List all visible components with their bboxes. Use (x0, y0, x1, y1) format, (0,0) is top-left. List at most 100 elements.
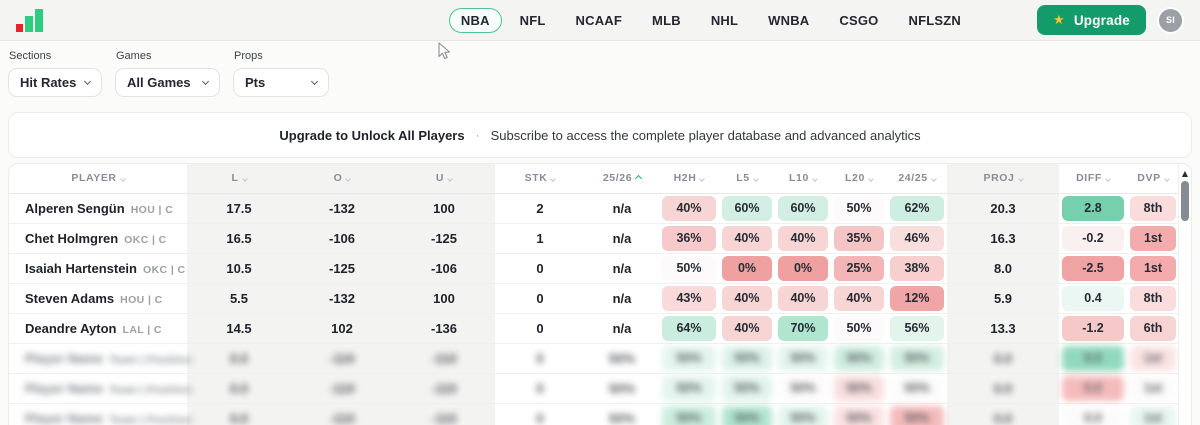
player-name: Alperen Sengün (25, 201, 125, 216)
season-hit-rate: n/a (613, 201, 632, 216)
player-name: Player Name (25, 351, 103, 366)
column-header-line[interactable]: L (187, 164, 291, 193)
column-header-h2h[interactable]: H2H (659, 164, 719, 193)
l5-hit-rate-chip: 60% (722, 196, 772, 221)
sort-chevron-icon (700, 176, 706, 182)
column-header-over[interactable]: O (291, 164, 393, 193)
table-row[interactable]: Deandre Ayton LAL | C 14.5 102 -136 0 n/… (9, 313, 1179, 343)
under-odds: -125 (431, 231, 457, 246)
mouse-cursor-icon (436, 41, 452, 61)
column-header-dvp[interactable]: DVP (1127, 164, 1179, 193)
l10-hit-rate-chip: 50% (778, 406, 828, 425)
h2h-hit-rate-chip: 43% (662, 286, 716, 311)
projection-value: 8.0 (994, 261, 1012, 276)
table-scrollbar[interactable]: ▲ (1178, 164, 1191, 425)
diff-chip: 0.0 (1062, 406, 1124, 425)
column-header-l10[interactable]: L10 (775, 164, 831, 193)
season-hit-rate: n/a (613, 291, 632, 306)
dvp-chip: 1st (1130, 256, 1176, 281)
league-tab[interactable]: NHL (699, 8, 750, 33)
column-header-diff[interactable]: DIFF (1059, 164, 1127, 193)
dvp-chip: 8th (1130, 286, 1176, 311)
column-header-stk[interactable]: STK (495, 164, 585, 193)
l20-hit-rate-chip: 40% (834, 286, 884, 311)
league-tab[interactable]: MLB (640, 8, 693, 33)
table-row[interactable]: Player Name Team | Position 0.0 -110 -11… (9, 343, 1179, 373)
column-header-under[interactable]: U (393, 164, 495, 193)
l20-hit-rate-chip: 50% (834, 196, 884, 221)
player-team-position: OKC | C (124, 234, 167, 246)
filter-select[interactable]: Hit Rates (8, 68, 102, 97)
league-tab[interactable]: NBA (449, 8, 502, 33)
projection-value: 0.0 (994, 351, 1012, 366)
h2h-hit-rate-chip: 50% (662, 406, 716, 425)
line-value: 17.5 (226, 201, 251, 216)
l10-hit-rate-chip: 50% (778, 376, 828, 401)
filter-group: Props Pts (233, 50, 329, 97)
league-tab[interactable]: CSGO (827, 8, 890, 33)
scroll-up-arrow-icon[interactable]: ▲ (1179, 169, 1191, 178)
column-header-proj[interactable]: PROJ (947, 164, 1059, 193)
diff-chip: 0.0 (1062, 376, 1124, 401)
dvp-chip: 1st (1130, 346, 1176, 371)
l20-hit-rate-chip: 50% (834, 316, 884, 341)
filter-select[interactable]: All Games (115, 68, 220, 97)
table-row[interactable]: Player Name Team | Position 0.0 -110 -11… (9, 403, 1179, 425)
app-logo-icon[interactable] (16, 8, 43, 32)
diff-chip: 2.8 (1062, 196, 1124, 221)
column-header-l20[interactable]: L20 (831, 164, 887, 193)
chevron-down-icon (311, 77, 318, 84)
league-tab[interactable]: WNBA (756, 8, 821, 33)
player-name: Chet Holmgren (25, 231, 118, 246)
league-tab-label: WNBA (768, 13, 809, 28)
league-tab[interactable]: NFLSZN (896, 8, 972, 33)
league-tab-label: NHL (711, 13, 738, 28)
projection-value: 5.9 (994, 291, 1012, 306)
under-odds: -106 (431, 261, 457, 276)
dvp-chip: 1st (1130, 226, 1176, 251)
line-value: 0.0 (230, 381, 248, 396)
over-odds: -125 (329, 261, 355, 276)
table-row[interactable]: Player Name Team | Position 0.0 -110 -11… (9, 373, 1179, 403)
player-name: Player Name (25, 381, 103, 396)
table-row[interactable]: Alperen Sengün HOU | C 17.5 -132 100 2 n… (9, 193, 1179, 223)
league-tab[interactable]: NFL (508, 8, 558, 33)
filter-selected-value: All Games (127, 75, 191, 90)
league-tab[interactable]: NCAAF (564, 8, 635, 33)
column-header-season[interactable]: 25/26 (585, 164, 659, 193)
l5-hit-rate-chip: 40% (722, 226, 772, 251)
column-header-player[interactable]: PLAYER (9, 164, 187, 193)
player-team-position: Team | Position (109, 384, 192, 396)
sort-chevron-icon (346, 176, 352, 182)
season-hit-rate: 50% (609, 351, 635, 366)
over-odds: -110 (329, 381, 354, 396)
dvp-chip: 8th (1130, 196, 1176, 221)
upgrade-button[interactable]: ★ Upgrade (1037, 5, 1146, 35)
prev-season-hit-rate-chip: 12% (890, 286, 944, 311)
league-tab-label: CSGO (839, 13, 878, 28)
line-value: 0.0 (230, 351, 248, 366)
league-tab-label: NBA (461, 13, 490, 28)
column-header-prev-season[interactable]: 24/25 (887, 164, 947, 193)
line-value: 14.5 (226, 321, 251, 336)
filter-select[interactable]: Pts (233, 68, 329, 97)
league-tab-label: MLB (652, 13, 681, 28)
sort-chevron-icon (551, 176, 557, 182)
l5-hit-rate-chip: 50% (722, 376, 772, 401)
l10-hit-rate-chip: 0% (778, 256, 828, 281)
table-row[interactable]: Chet Holmgren OKC | C 16.5 -106 -125 1 n… (9, 223, 1179, 253)
hit-rates-table: PLAYER L O U STK 25/26 H2H L5 L10 L20 24… (9, 164, 1179, 425)
column-header-l5[interactable]: L5 (719, 164, 775, 193)
table-row[interactable]: Steven Adams HOU | C 5.5 -132 100 0 n/a … (9, 283, 1179, 313)
l5-hit-rate-chip: 40% (722, 316, 772, 341)
line-value: 5.5 (230, 291, 248, 306)
prev-season-hit-rate-chip: 50% (890, 406, 944, 425)
projection-value: 20.3 (990, 201, 1015, 216)
scrollbar-thumb[interactable] (1181, 181, 1189, 221)
user-avatar[interactable]: SI (1157, 7, 1184, 34)
streak-value: 2 (536, 201, 543, 216)
player-team-position: LAL | C (123, 324, 162, 336)
banner-subtitle: Subscribe to access the complete player … (491, 128, 921, 143)
table-row[interactable]: Isaiah Hartenstein OKC | C 10.5 -125 -10… (9, 253, 1179, 283)
over-odds: 102 (331, 321, 353, 336)
